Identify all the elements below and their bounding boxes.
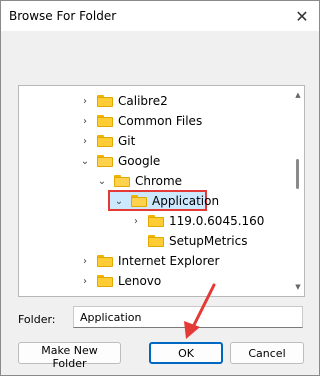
tree-item-label: Internet Explorer	[118, 254, 220, 268]
tree-item-setupmetrics[interactable]: SetupMetrics	[130, 231, 248, 251]
tree-item-application[interactable]: ⌄ Application	[113, 191, 219, 211]
folder-icon	[148, 215, 164, 227]
tree-item-common-files[interactable]: › Common Files	[79, 111, 202, 131]
folder-input[interactable]	[73, 306, 303, 328]
cancel-button[interactable]: Cancel	[230, 342, 304, 364]
ok-button[interactable]: OK	[149, 342, 223, 364]
folder-icon	[97, 135, 113, 147]
tree-item-label: Application	[152, 194, 220, 208]
chevron-right-icon[interactable]: ›	[79, 95, 91, 107]
title-bar: Browse For Folder ✕	[1, 1, 319, 31]
folder-icon	[97, 255, 113, 267]
tree-item-label: Git	[118, 134, 136, 148]
folder-icon	[97, 275, 113, 287]
chevron-right-icon[interactable]: ›	[79, 275, 91, 287]
folder-icon	[97, 95, 113, 107]
scroll-thumb[interactable]	[296, 159, 299, 189]
folder-label: Folder:	[18, 313, 56, 326]
vertical-scrollbar[interactable]: ▲ ▼	[293, 87, 303, 295]
tree-item-label: Google	[118, 154, 161, 168]
chevron-down-icon[interactable]: ⌄	[79, 155, 91, 167]
tree-item-label: Common Files	[118, 114, 203, 128]
chevron-down-icon[interactable]: ⌄	[113, 195, 125, 207]
chevron-right-icon[interactable]: ›	[79, 115, 91, 127]
chevron-right-icon[interactable]: ›	[79, 135, 91, 147]
tree-item-calibre2[interactable]: › Calibre2	[79, 91, 168, 111]
tree-item-google[interactable]: ⌄ Google	[79, 151, 161, 171]
tree-item-label: 119.0.6045.160	[169, 214, 265, 228]
tree-item-label: Calibre2	[118, 94, 168, 108]
tree-item-chrome[interactable]: ⌄ Chrome	[96, 171, 182, 191]
make-new-folder-button[interactable]: Make New Folder	[18, 342, 121, 370]
scroll-up-icon[interactable]: ▲	[293, 89, 303, 101]
folder-icon	[148, 235, 164, 247]
browse-for-folder-dialog: Browse For Folder ✕ › Calibre2 › Common …	[0, 0, 320, 376]
dialog-title: Browse For Folder	[9, 9, 117, 23]
scroll-down-icon[interactable]: ▼	[293, 281, 303, 293]
close-icon[interactable]: ✕	[291, 5, 313, 27]
chevron-right-icon[interactable]: ›	[79, 255, 91, 267]
tree-item-git[interactable]: › Git	[79, 131, 135, 151]
chevron-right-icon[interactable]: ›	[130, 215, 142, 227]
folder-tree[interactable]: › Calibre2 › Common Files › Git ⌄ Google…	[18, 85, 305, 297]
chevron-down-icon[interactable]: ⌄	[96, 175, 108, 187]
folder-icon	[114, 175, 130, 187]
folder-icon	[131, 195, 147, 207]
tree-item-label: SetupMetrics	[169, 234, 248, 248]
tree-item-lenovo[interactable]: › Lenovo	[79, 271, 161, 291]
tree-item-internet-explorer[interactable]: › Internet Explorer	[79, 251, 219, 271]
tree-item-label: Lenovo	[118, 274, 162, 288]
tree-item-version[interactable]: › 119.0.6045.160	[130, 211, 264, 231]
folder-icon	[97, 155, 113, 167]
folder-icon	[97, 115, 113, 127]
tree-item-label: Chrome	[135, 174, 183, 188]
